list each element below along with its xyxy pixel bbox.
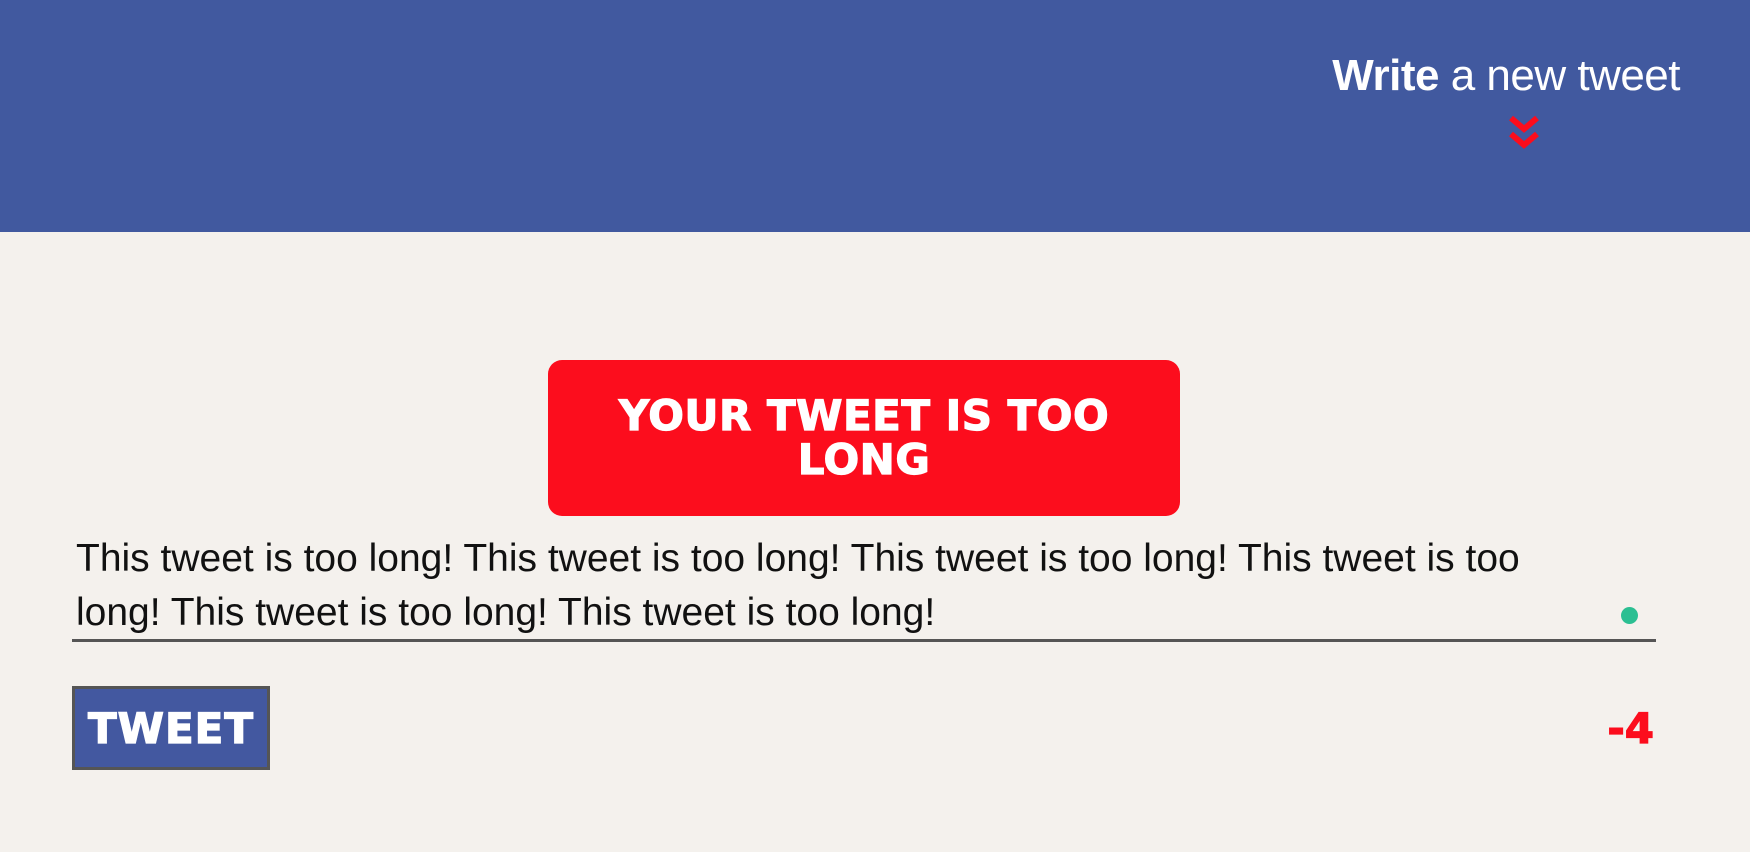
character-counter: -4 — [1607, 703, 1655, 753]
app-header: Write a new tweet — [0, 0, 1750, 232]
tweet-button-label: TWEET — [87, 703, 254, 753]
tweet-textarea[interactable]: This tweet is too long! This tweet is to… — [72, 532, 1656, 642]
status-dot-icon — [1621, 607, 1638, 624]
compose-heading-rest: a new tweet — [1438, 51, 1681, 100]
compose-heading-bold: Write — [1332, 51, 1439, 100]
compose-toggle[interactable]: Write a new tweet — [1332, 51, 1681, 149]
error-message: Your tweet is too long — [618, 390, 1110, 484]
error-banner: Your tweet is too long — [548, 360, 1180, 516]
compose-heading: Write a new tweet — [1332, 51, 1681, 100]
tweet-button[interactable]: TWEET — [72, 686, 270, 770]
double-chevron-down-icon[interactable] — [1332, 114, 1680, 154]
